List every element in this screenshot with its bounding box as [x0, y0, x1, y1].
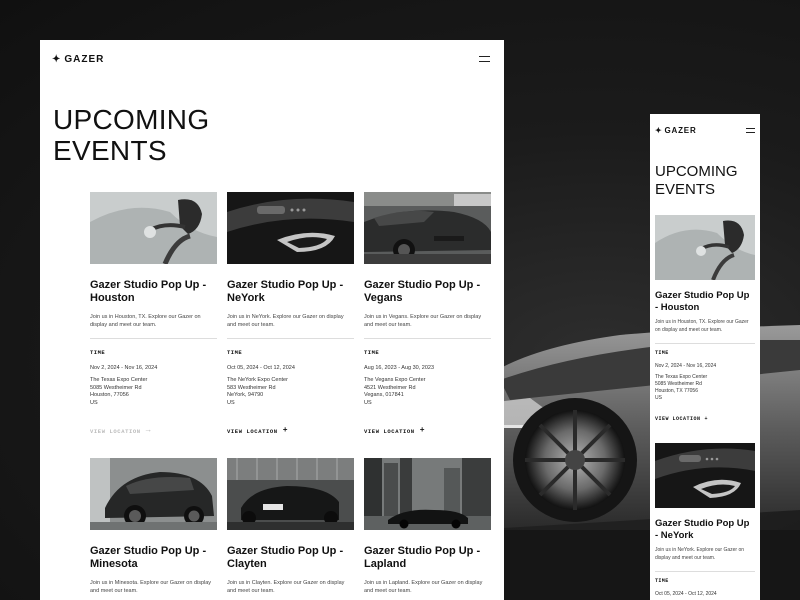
car-door-interior-photo: [655, 443, 755, 508]
event-title[interactable]: Gazer Studio Pop Up - Houston: [90, 279, 217, 305]
event-address: The Vegans Expo Center 4521 Westheimer R…: [364, 377, 491, 407]
event-description: Join us in Houston, TX. Explore our Gaze…: [655, 319, 749, 333]
ev-charger-photo: [90, 192, 217, 264]
event-title[interactable]: Gazer Studio Pop Up - NeYork: [227, 279, 354, 305]
venue-name: The Texas Expo Center: [655, 374, 708, 380]
event-title[interactable]: Gazer Studio Pop Up - Minesota: [90, 545, 217, 571]
divider: [655, 571, 755, 572]
event-card[interactable]: Gazer Studio Pop Up - Houston Join us in…: [655, 215, 755, 422]
street: 583 Westheimer Rd: [227, 384, 276, 391]
car-door-interior-photo: [227, 192, 354, 264]
view-location-label: VIEW LOCATION: [655, 416, 701, 422]
time-label: TIME: [227, 349, 243, 356]
mobile-page-mockup: ✦ GAZER UPCOMING EVENTS Gazer Studio Pop…: [650, 114, 760, 600]
event-card[interactable]: Gazer Studio Pop Up - NeYork Join us in …: [227, 192, 354, 435]
divider: [227, 338, 354, 339]
brand-logo[interactable]: ✦ GAZER: [52, 54, 490, 65]
plus-icon: +: [704, 416, 709, 422]
time-label: TIME: [655, 578, 669, 584]
street: 5085 Westheimer Rd: [655, 381, 702, 387]
event-dates: Nov 2, 2024 - Nov 16, 2024: [655, 363, 717, 369]
event-card[interactable]: Gazer Studio Pop Up - Clayten Join us in…: [227, 458, 354, 595]
desktop-page-mockup: ✦ GAZER UPCOMING EVENTS Gazer Studio Pop…: [40, 40, 504, 600]
event-title[interactable]: Gazer Studio Pop Up - Lapland: [364, 545, 491, 571]
venue-name: The Vegans Expo Center: [364, 377, 426, 383]
venue-name: The Texas Expo Center: [90, 377, 148, 383]
logo-star-icon: ✦: [655, 126, 663, 135]
logo-star-icon: ✦: [52, 53, 62, 65]
view-location-label: VIEW LOCATION: [364, 427, 415, 435]
event-card[interactable]: Gazer Studio Pop Up - Lapland Join us in…: [364, 458, 491, 595]
view-location-label: VIEW LOCATION: [227, 427, 278, 435]
street: 4521 Westheimer Rd: [364, 384, 416, 391]
event-description: Join us in NeYork. Explore our Gazer on …: [227, 314, 344, 328]
street: 5085 Westheimer Rd: [90, 384, 142, 391]
country: US: [227, 399, 235, 406]
event-description: Join us in Clayten. Explore our Gazer on…: [227, 580, 345, 594]
brand-logo[interactable]: ✦ GAZER: [655, 126, 755, 135]
plus-icon: +: [282, 426, 289, 435]
event-description: Join us in NeYork. Explore our Gazer on …: [655, 547, 745, 561]
event-address: The NeYork Expo Center 583 Westheimer Rd…: [227, 377, 354, 407]
event-card[interactable]: Gazer Studio Pop Up - Houston Join us in…: [90, 192, 217, 435]
country: US: [364, 399, 372, 406]
event-dates: Nov 2, 2024 - Nov 16, 2024: [90, 365, 158, 371]
event-address: The Texas Expo Center 5085 Westheimer Rd…: [90, 377, 217, 407]
divider: [655, 343, 755, 344]
view-location-button[interactable]: VIEW LOCATION +: [227, 427, 354, 435]
event-title[interactable]: Gazer Studio Pop Up - Houston: [655, 290, 755, 313]
venue-name: The NeYork Expo Center: [227, 377, 288, 383]
view-location-button[interactable]: VIEW LOCATION →: [90, 427, 217, 435]
event-description: Join us in Houston, TX. Explore our Gaze…: [90, 314, 201, 328]
sports-car-photo: [364, 192, 491, 264]
divider: [90, 338, 217, 339]
hamburger-menu-icon[interactable]: [746, 128, 755, 133]
time-label: TIME: [655, 350, 669, 356]
hamburger-menu-icon[interactable]: [479, 56, 490, 62]
event-card[interactable]: Gazer Studio Pop Up - Vegans Join us in …: [364, 192, 491, 435]
mobile-navbar: ✦ GAZER: [655, 126, 755, 136]
event-description: Join us in Minesota. Explore our Gazer o…: [90, 580, 212, 594]
plus-icon: +: [419, 426, 426, 435]
country: US: [655, 395, 662, 401]
city: Vegans, 017841: [364, 392, 404, 398]
event-address: The Texas Expo Center 5085 Westheimer Rd…: [655, 374, 755, 402]
event-dates: Oct 05, 2024 - Oct 12, 2024: [655, 591, 717, 597]
event-title[interactable]: Gazer Studio Pop Up - Vegans: [364, 279, 491, 305]
event-card[interactable]: Gazer Studio Pop Up - NeYork Join us in …: [655, 443, 755, 597]
event-dates: Oct 05, 2024 - Oct 12, 2024: [227, 365, 295, 371]
suv-charging-photo: [90, 458, 217, 530]
view-location-button[interactable]: VIEW LOCATION +: [364, 427, 491, 435]
brand-name: GAZER: [64, 54, 105, 65]
time-label: TIME: [364, 349, 380, 356]
divider: [364, 338, 491, 339]
city: Houston, TX 77056: [655, 388, 698, 394]
city: NeYork, 94790: [227, 392, 264, 398]
event-title[interactable]: Gazer Studio Pop Up - Clayten: [227, 545, 354, 571]
event-dates: Aug 16, 2023 - Aug 30, 2023: [364, 365, 435, 371]
page-title: UPCOMING EVENTS: [655, 163, 738, 198]
ev-charger-photo: [655, 215, 755, 280]
page-title: UPCOMING EVENTS: [53, 104, 210, 166]
arrow-right-icon: →: [145, 426, 152, 435]
desktop-navbar: ✦ GAZER: [52, 54, 490, 66]
view-location-button[interactable]: VIEW LOCATION +: [655, 416, 755, 422]
city-sedan-photo: [364, 458, 491, 530]
time-label: TIME: [90, 349, 106, 356]
view-location-label: VIEW LOCATION: [90, 427, 141, 435]
event-title[interactable]: Gazer Studio Pop Up - NeYork: [655, 518, 755, 541]
country: US: [90, 399, 98, 406]
event-card[interactable]: Gazer Studio Pop Up - Minesota Join us i…: [90, 458, 217, 595]
showroom-car-photo: [227, 458, 354, 530]
brand-name: GAZER: [664, 126, 697, 135]
event-description: Join us in Lapland. Explore our Gazer on…: [364, 580, 483, 594]
city: Houston, 77056: [90, 392, 129, 398]
event-description: Join us in Vegans. Explore our Gazer on …: [364, 314, 482, 328]
